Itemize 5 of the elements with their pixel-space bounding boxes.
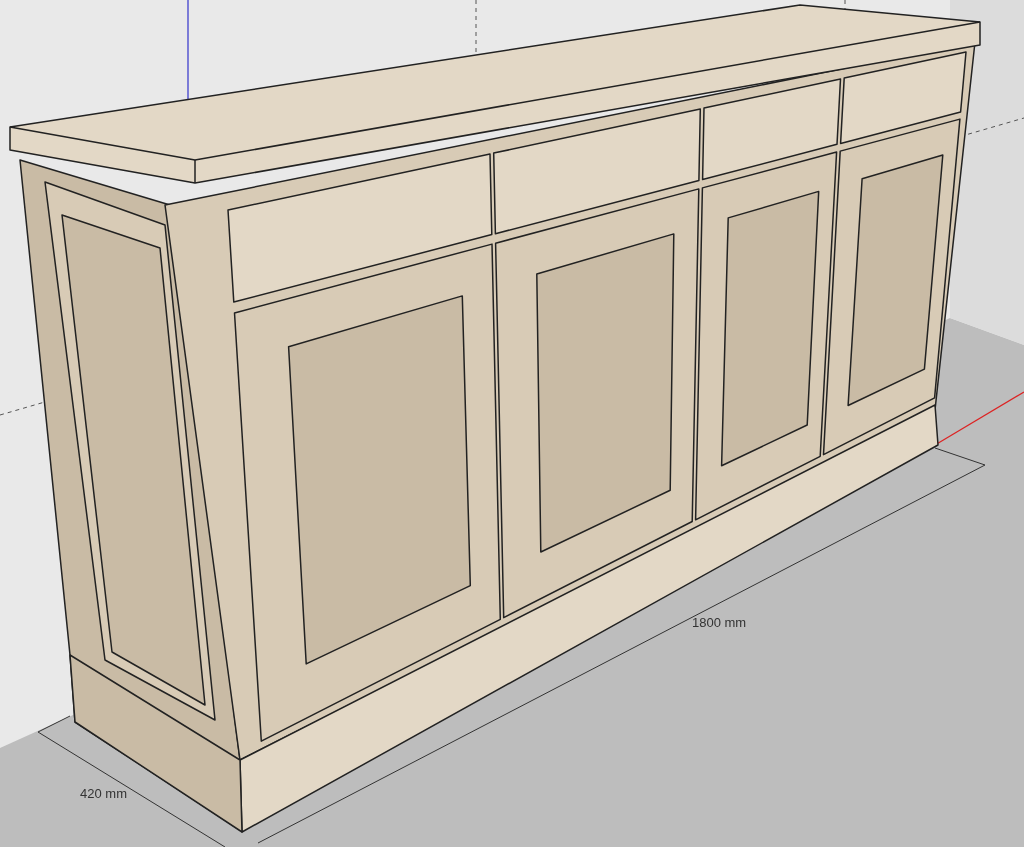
dimension-label: 1800 mm [692,615,747,630]
width-dimension-line[interactable] [257,447,986,844]
depth-dimension-line[interactable] [37,715,226,847]
modeling-viewport[interactable]: 1800 mm 420 mm [0,0,1024,847]
dimension-label: 420 mm [80,786,127,801]
